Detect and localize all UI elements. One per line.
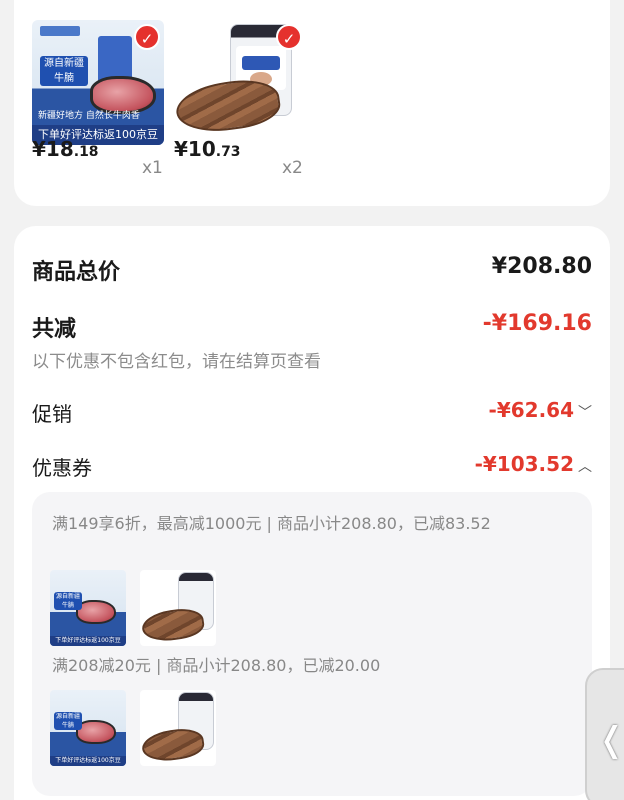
product-price: ¥18.18 <box>32 137 99 161</box>
product-subtitle: 新疆好地方 自然长牛肉香 <box>38 111 140 121</box>
brand-logo <box>40 26 80 36</box>
side-collapse-tab[interactable]: ❬ <box>585 668 624 800</box>
product-quantity: x2 <box>282 158 303 178</box>
beef-graphic <box>90 76 156 114</box>
chevron-down-icon[interactable]: ﹀ <box>578 402 592 422</box>
product-tag: 源自新疆 牛腩 <box>54 712 82 730</box>
promo-banner: 下单好评达标返100京豆 <box>50 756 126 766</box>
beef-graphic <box>76 720 116 744</box>
discount-label: 共减 <box>32 317 77 342</box>
jerky-graphic <box>174 74 283 138</box>
coupon-value: -¥103.52 <box>474 452 574 476</box>
product-thumb-beef[interactable]: 下单好评达标返100京豆 源自新疆 牛腩 <box>50 690 126 766</box>
price-integer: ¥18 <box>32 137 74 161</box>
product-thumb-beef[interactable]: 下单好评达标返100京豆 源自新疆 牛腩 <box>50 570 126 646</box>
check-icon[interactable]: ✓ <box>276 24 302 50</box>
coupon-rule: 满149享6折，最高减1000元 | 商品小计208.80，已减83.52 <box>52 514 491 533</box>
jerky-graphic <box>140 725 206 765</box>
chevron-left-icon[interactable]: ❬ <box>597 720 624 760</box>
product-tag: 源自新疆 牛腩 <box>54 592 82 610</box>
product-thumb-jerky[interactable] <box>140 690 216 766</box>
chevron-up-icon[interactable]: ︿ <box>578 456 592 476</box>
beef-graphic <box>76 600 116 624</box>
promo-row-value[interactable]: -¥62.64 ﹀ <box>489 398 592 422</box>
promo-value: -¥62.64 <box>488 398 574 422</box>
coupon-row-value[interactable]: -¥103.52 ︿ <box>475 452 592 476</box>
price-summary-card: 商品总价 ¥208.80 共减 -¥169.16 以下优惠不包含红包，请在结算页… <box>14 226 610 800</box>
coupon-detail-panel: 满149享6折，最高减1000元 | 商品小计208.80，已减83.52 下单… <box>32 492 592 796</box>
total-value: ¥208.80 <box>491 254 592 279</box>
promo-label[interactable]: 促销 <box>32 398 72 427</box>
price-integer: ¥10 <box>174 137 216 161</box>
order-products-card: 源自新疆 牛腩 新疆好地方 自然长牛肉香 下单好评达标返100京豆 ✓ ¥18.… <box>14 0 610 206</box>
product-quantity: x1 <box>142 158 163 178</box>
product-thumb-jerky[interactable] <box>140 570 216 646</box>
price-decimal: .18 <box>73 144 99 160</box>
coupon-label[interactable]: 优惠券 <box>32 452 92 481</box>
discount-note: 以下优惠不包含红包，请在结算页查看 <box>32 352 321 372</box>
product-price: ¥10.73 <box>174 137 241 161</box>
coupon-rule: 满208减20元 | 商品小计208.80，已减20.00 <box>52 656 381 675</box>
promo-banner: 下单好评达标返100京豆 <box>50 636 126 646</box>
price-decimal: .73 <box>215 144 241 160</box>
check-icon[interactable]: ✓ <box>134 24 160 50</box>
product-tag: 源自新疆 牛腩 <box>40 56 88 86</box>
total-label: 商品总价 <box>32 260 121 285</box>
discount-value: -¥169.16 <box>482 311 592 336</box>
jerky-graphic <box>140 605 206 645</box>
